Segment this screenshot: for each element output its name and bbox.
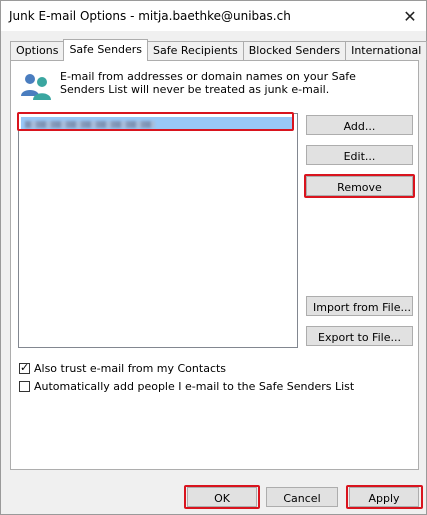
safe-senders-panel: E-mail from addresses or domain names on… [10, 60, 419, 470]
apply-button[interactable]: Apply [349, 487, 419, 507]
tab-strip: Options Safe Senders Safe Recipients Blo… [10, 39, 427, 61]
edit-button[interactable]: Edit... [306, 145, 413, 165]
checkmark-icon: ✓ [20, 361, 30, 374]
auto-add-option[interactable]: Automatically add people I e-mail to the… [19, 380, 354, 393]
list-item[interactable] [21, 117, 293, 131]
trust-contacts-option[interactable]: ✓ Also trust e-mail from my Contacts [19, 361, 227, 375]
tab-blocked-senders[interactable]: Blocked Senders [242, 41, 347, 60]
trust-contacts-label: Also trust e-mail from my Contacts [34, 362, 227, 375]
tab-safe-recipients[interactable]: Safe Recipients [147, 41, 244, 60]
close-icon[interactable]: ✕ [394, 1, 426, 31]
export-to-file-button[interactable]: Export to File... [306, 326, 413, 346]
safe-senders-list[interactable] [18, 113, 298, 348]
auto-add-checkbox[interactable] [19, 381, 30, 392]
title-bar: Junk E-mail Options - mitja.baethke@unib… [1, 1, 426, 31]
junk-email-options-dialog: Junk E-mail Options - mitja.baethke@unib… [0, 0, 427, 515]
cancel-button[interactable]: Cancel [266, 487, 338, 507]
redacted-address [25, 121, 155, 128]
ok-button[interactable]: OK [187, 487, 257, 507]
tab-safe-senders[interactable]: Safe Senders [63, 39, 149, 61]
add-button[interactable]: Add... [306, 115, 413, 135]
auto-add-label: Automatically add people I e-mail to the… [34, 380, 355, 393]
tab-options[interactable]: Options [10, 41, 65, 60]
remove-button[interactable]: Remove [306, 176, 413, 196]
trust-contacts-checkbox[interactable]: ✓ [19, 361, 30, 374]
people-icon [21, 74, 51, 100]
window-title: Junk E-mail Options - mitja.baethke@unib… [9, 9, 291, 23]
tab-international[interactable]: International [345, 41, 427, 60]
import-from-file-button[interactable]: Import from File... [306, 296, 413, 316]
safe-senders-description: E-mail from addresses or domain names on… [60, 70, 356, 96]
